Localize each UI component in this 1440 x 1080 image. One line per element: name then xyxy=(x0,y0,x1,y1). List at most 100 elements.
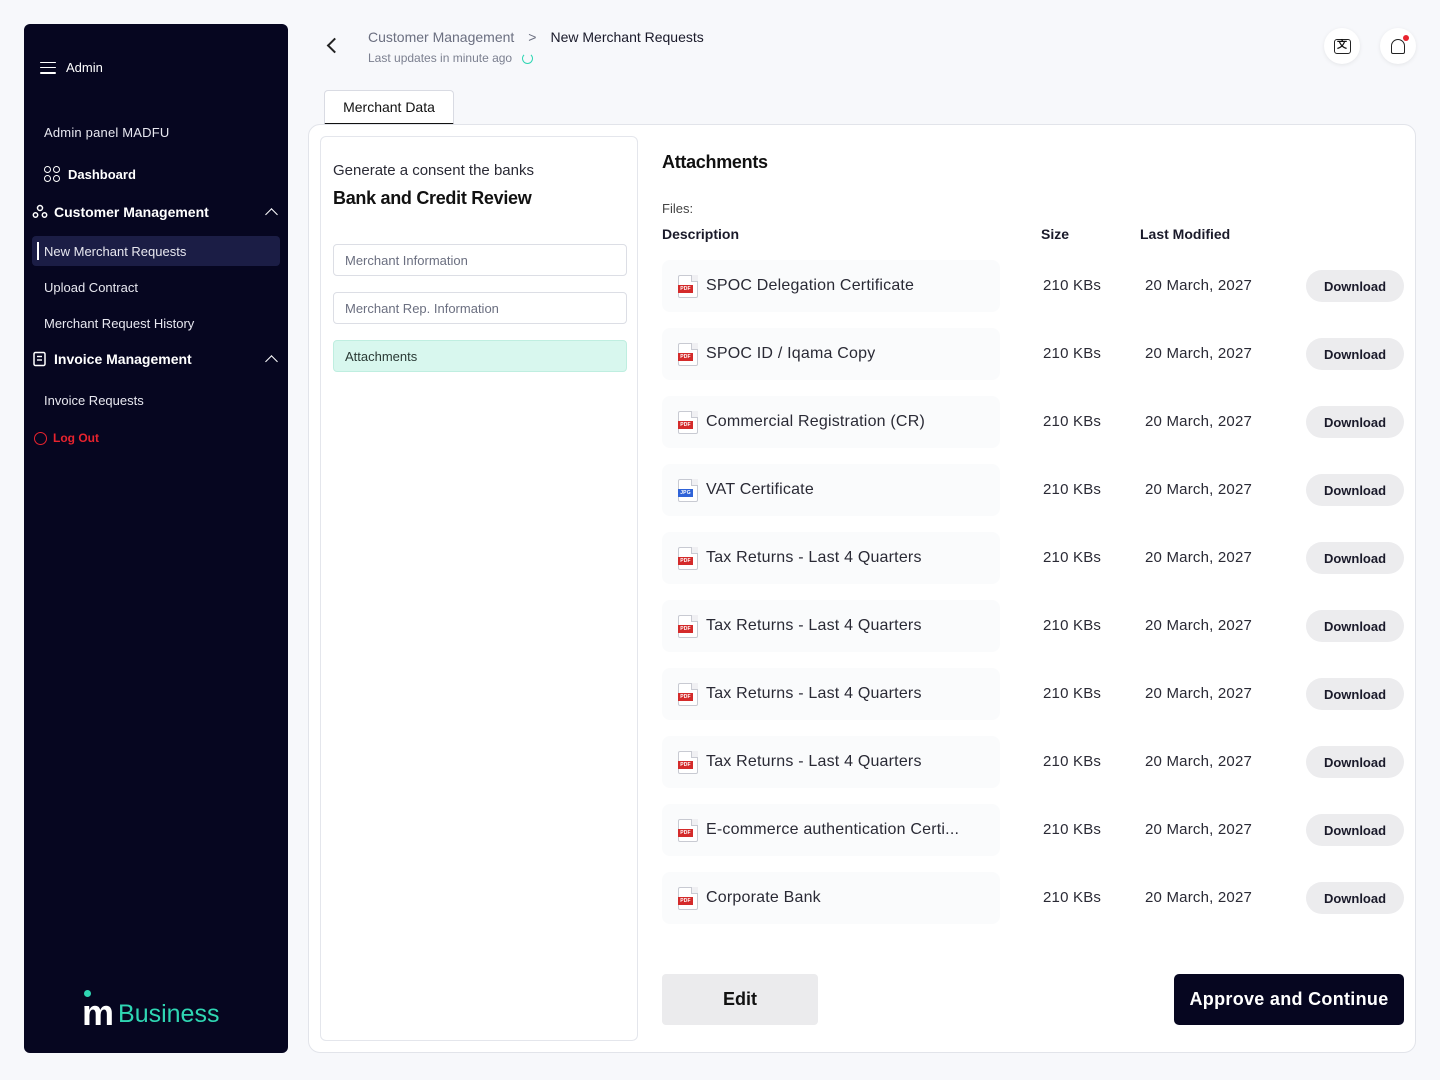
step-merchant-information[interactable]: Merchant Information xyxy=(333,244,627,276)
column-header-size: Size xyxy=(1041,226,1070,242)
attachment-last-modified: 20 March, 2027 xyxy=(1145,821,1253,838)
power-icon xyxy=(34,431,47,445)
invoice-management-label: Invoice Management xyxy=(54,351,192,367)
sidebar: Admin Admin panel MADFU Dashboard Custom… xyxy=(24,24,288,1053)
column-header-description: Description xyxy=(662,226,740,242)
download-button[interactable]: Download xyxy=(1306,406,1404,438)
bell-icon xyxy=(1391,34,1409,54)
attachment-description: Tax Returns - Last 4 Quarters xyxy=(706,753,922,770)
column-header-last-modified: Last Modified xyxy=(1140,226,1231,242)
file-type-tag: PDF xyxy=(678,828,693,837)
users-icon xyxy=(32,204,48,218)
file-type-tag: PDF xyxy=(678,760,693,769)
translate-button[interactable]: 文 xyxy=(1324,28,1360,64)
steps-subtitle: Generate a consent the banks xyxy=(333,162,534,179)
back-arrow-icon[interactable] xyxy=(326,37,343,54)
download-button[interactable]: Download xyxy=(1306,746,1404,778)
step-attachments[interactable]: Attachments xyxy=(333,340,627,372)
attachment-size: 210 KBs xyxy=(1043,685,1102,702)
attachment-row: PDF Tax Returns - Last 4 Quarters xyxy=(662,532,1000,584)
attachment-last-modified: 20 March, 2027 xyxy=(1145,753,1253,770)
sidebar-section-invoice-management[interactable]: Invoice Management xyxy=(32,351,280,368)
chevron-up-icon[interactable] xyxy=(265,208,278,221)
breadcrumb-new-merchant-requests: New Merchant Requests xyxy=(550,29,704,45)
hamburger-icon[interactable] xyxy=(40,61,56,74)
download-button[interactable]: Download xyxy=(1306,678,1404,710)
sidebar-section-customer-management[interactable]: Customer Management xyxy=(32,204,280,221)
invoice-icon xyxy=(33,351,46,367)
last-updated: Last updates in minute ago xyxy=(368,51,534,65)
customer-management-label: Customer Management xyxy=(54,204,209,220)
pdf-file-icon: PDF xyxy=(678,614,698,638)
refresh-icon[interactable] xyxy=(522,52,534,64)
approve-and-continue-button[interactable]: Approve and Continue xyxy=(1174,974,1404,1025)
attachment-row: JPG VAT Certificate xyxy=(662,464,1000,516)
attachment-last-modified: 20 March, 2027 xyxy=(1145,549,1253,566)
last-updated-text: Last updates in minute ago xyxy=(368,51,513,65)
download-button[interactable]: Download xyxy=(1306,814,1404,846)
brand-logo: m Business xyxy=(82,990,220,1033)
brand-mark: m xyxy=(82,990,115,1033)
download-button[interactable]: Download xyxy=(1306,542,1404,574)
sidebar-item-merchant-request-history[interactable]: Merchant Request History xyxy=(32,308,280,338)
attachment-description: Commercial Registration (CR) xyxy=(706,413,925,430)
attachment-row: PDF Tax Returns - Last 4 Quarters xyxy=(662,736,1000,788)
attachment-row: PDF E-commerce authentication Certi... xyxy=(662,804,1000,856)
sidebar-item-new-merchant-requests[interactable]: New Merchant Requests xyxy=(32,236,280,266)
notifications-button[interactable] xyxy=(1380,28,1416,64)
attachment-row: PDF Corporate Bank xyxy=(662,872,1000,924)
download-button[interactable]: Download xyxy=(1306,474,1404,506)
attachment-size: 210 KBs xyxy=(1043,889,1102,906)
file-type-tag: PDF xyxy=(678,692,693,701)
logout-label: Log Out xyxy=(53,431,99,445)
files-label: Files: xyxy=(662,201,694,216)
file-type-tag: JPG xyxy=(678,488,693,497)
download-button[interactable]: Download xyxy=(1306,610,1404,642)
attachment-row: PDF Tax Returns - Last 4 Quarters xyxy=(662,600,1000,652)
attachment-last-modified: 20 March, 2027 xyxy=(1145,413,1253,430)
attachment-description: Tax Returns - Last 4 Quarters xyxy=(706,685,922,702)
logout-button[interactable]: Log Out xyxy=(34,431,99,445)
attachment-size: 210 KBs xyxy=(1043,481,1102,498)
pdf-file-icon: PDF xyxy=(678,342,698,366)
attachment-size: 210 KBs xyxy=(1043,753,1102,770)
panel-title: Admin panel MADFU xyxy=(44,125,170,140)
chevron-up-icon[interactable] xyxy=(265,355,278,368)
attachment-description: SPOC ID / Iqama Copy xyxy=(706,345,876,362)
jpg-file-icon: JPG xyxy=(678,478,698,502)
brand-text: Business xyxy=(118,1000,220,1028)
dashboard-icon xyxy=(44,166,60,182)
admin-label: Admin xyxy=(66,60,103,75)
tab-merchant-data[interactable]: Merchant Data xyxy=(324,90,454,125)
attachment-last-modified: 20 March, 2027 xyxy=(1145,345,1253,362)
sidebar-item-invoice-requests[interactable]: Invoice Requests xyxy=(32,385,280,415)
attachment-description: VAT Certificate xyxy=(706,481,814,498)
sidebar-menu-toggle[interactable]: Admin xyxy=(40,60,103,75)
pdf-file-icon: PDF xyxy=(678,410,698,434)
attachment-size: 210 KBs xyxy=(1043,549,1102,566)
pdf-file-icon: PDF xyxy=(678,682,698,706)
pdf-file-icon: PDF xyxy=(678,818,698,842)
file-type-tag: PDF xyxy=(678,556,693,565)
breadcrumb: Customer Management > New Merchant Reque… xyxy=(368,29,704,45)
download-button[interactable]: Download xyxy=(1306,270,1404,302)
sidebar-item-upload-contract[interactable]: Upload Contract xyxy=(32,272,280,302)
attachment-description: SPOC Delegation Certificate xyxy=(706,277,915,294)
steps-title: Bank and Credit Review xyxy=(333,188,532,208)
breadcrumb-customer-management[interactable]: Customer Management xyxy=(368,29,514,45)
download-button[interactable]: Download xyxy=(1306,882,1404,914)
pdf-file-icon: PDF xyxy=(678,750,698,774)
attachment-description: Tax Returns - Last 4 Quarters xyxy=(706,617,922,634)
step-merchant-rep-information[interactable]: Merchant Rep. Information xyxy=(333,292,627,324)
file-type-tag: PDF xyxy=(678,352,693,361)
file-type-tag: PDF xyxy=(678,896,693,905)
attachment-description: E-commerce authentication Certi... xyxy=(706,821,960,838)
attachment-row: PDF Tax Returns - Last 4 Quarters xyxy=(662,668,1000,720)
pdf-file-icon: PDF xyxy=(678,886,698,910)
sidebar-item-dashboard[interactable]: Dashboard xyxy=(44,166,136,182)
attachment-last-modified: 20 March, 2027 xyxy=(1145,481,1253,498)
download-button[interactable]: Download xyxy=(1306,338,1404,370)
file-type-tag: PDF xyxy=(678,284,693,293)
attachments-title: Attachments xyxy=(662,152,768,172)
edit-button[interactable]: Edit xyxy=(662,974,818,1025)
